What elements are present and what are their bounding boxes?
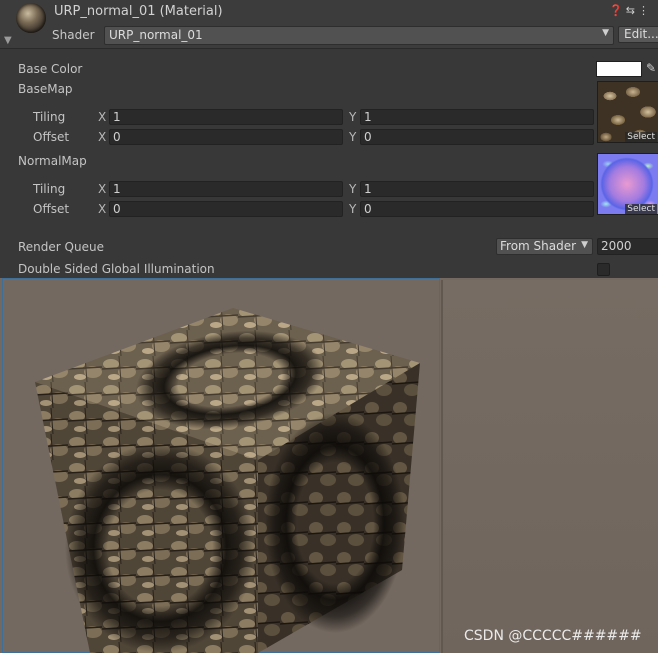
normalmap-offset-y-field[interactable]: 0 <box>360 201 594 217</box>
dsgi-checkbox[interactable] <box>597 263 610 276</box>
dropdown-arrow-icon: ▼ <box>581 240 588 250</box>
normalmap-offset-x-label: X <box>98 202 107 216</box>
shader-label: Shader <box>52 28 95 42</box>
eyedropper-icon[interactable]: ✎ <box>646 61 656 75</box>
help-icon[interactable]: ❓ <box>609 4 626 17</box>
inspector-header: ▼ URP_normal_01 (Material) ❓⇆⋮ Shader UR… <box>0 0 658 49</box>
foldout-arrow-icon[interactable]: ▼ <box>4 35 12 46</box>
shader-dropdown-value: URP_normal_01 <box>109 28 203 42</box>
material-title: URP_normal_01 (Material) <box>54 4 223 19</box>
basemap-offset-label: Offset <box>33 130 70 144</box>
normalmap-tiling-label: Tiling <box>33 182 66 196</box>
normalmap-label: NormalMap <box>18 154 87 168</box>
watermark-text: CSDN @CCCCC###### <box>464 628 642 644</box>
normalmap-offset-x-field[interactable]: 0 <box>109 201 343 217</box>
render-queue-label: Render Queue <box>18 240 104 254</box>
normalmap-offset-label: Offset <box>33 202 70 216</box>
cube-preview <box>35 308 420 653</box>
basemap-tiling-x-field[interactable]: 1 <box>109 109 343 125</box>
basemap-select-button[interactable]: Select <box>625 132 657 142</box>
preview-side-panel <box>443 280 658 653</box>
kebab-menu-icon[interactable]: ⋮ <box>638 4 652 17</box>
basemap-offset-y-label: Y <box>349 130 357 144</box>
basemap-tiling-y-field[interactable]: 1 <box>360 109 594 125</box>
basemap-offset-x-field[interactable]: 0 <box>109 129 343 145</box>
render-queue-dropdown[interactable]: From Shader ▼ <box>496 238 593 255</box>
preview-divider[interactable] <box>441 280 443 653</box>
normalmap-tiling-y-field[interactable]: 1 <box>360 181 594 197</box>
shader-dropdown[interactable]: URP_normal_01 ▼ <box>104 26 614 45</box>
normalmap-select-button[interactable]: Select <box>625 204 657 214</box>
normalmap-texture-slot[interactable]: Select <box>597 153 658 215</box>
normalmap-tiling-y-label: Y <box>349 182 357 196</box>
preset-icon[interactable]: ⇆ <box>626 4 638 17</box>
normalmap-offset-y-label: Y <box>349 202 357 216</box>
base-color-swatch[interactable] <box>596 61 642 77</box>
dropdown-arrow-icon: ▼ <box>602 28 609 38</box>
basemap-tiling-x-label: X <box>98 110 107 124</box>
normalmap-tiling-x-field[interactable]: 1 <box>109 181 343 197</box>
render-queue-value-field[interactable]: 2000 <box>597 238 658 255</box>
basemap-offset-y-field[interactable]: 0 <box>360 129 594 145</box>
basemap-tiling-label: Tiling <box>33 110 66 124</box>
base-color-label: Base Color <box>18 62 83 76</box>
material-thumbnail <box>16 3 46 33</box>
basemap-label: BaseMap <box>18 82 73 96</box>
dsgi-label: Double Sided Global Illumination <box>18 262 215 276</box>
basemap-offset-x-label: X <box>98 130 107 144</box>
normalmap-tiling-x-label: X <box>98 182 107 196</box>
header-icons: ❓⇆⋮ <box>609 4 652 17</box>
basemap-tiling-y-label: Y <box>349 110 357 124</box>
render-queue-mode: From Shader <box>500 239 577 253</box>
edit-shader-button[interactable]: Edit... <box>618 26 658 43</box>
basemap-texture-slot[interactable]: Select <box>597 81 658 143</box>
